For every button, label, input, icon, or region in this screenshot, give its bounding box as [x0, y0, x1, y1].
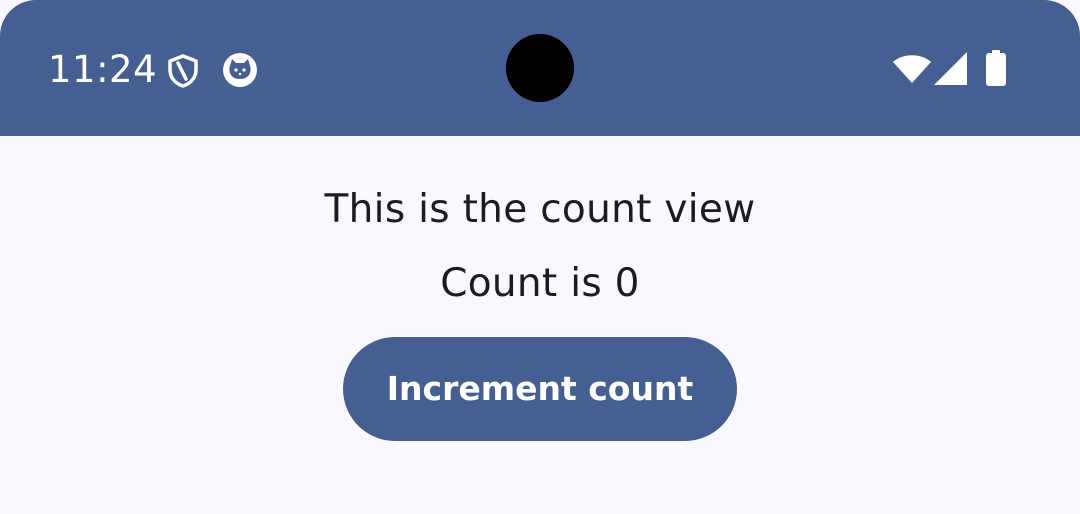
count-view: This is the count view Count is 0 Increm…	[0, 136, 1080, 514]
shield-icon	[166, 53, 200, 89]
status-bar: 11:24	[0, 0, 1080, 136]
signal-icon	[934, 52, 968, 85]
count-label: Count is 0	[440, 261, 640, 306]
increment-count-button[interactable]: Increment count	[343, 337, 737, 441]
wifi-icon	[892, 54, 932, 84]
status-time: 11:24	[48, 48, 158, 91]
cat-icon	[222, 52, 258, 88]
camera-cutout	[506, 34, 574, 102]
page-title: This is the count view	[324, 187, 756, 232]
battery-icon	[985, 50, 1007, 86]
